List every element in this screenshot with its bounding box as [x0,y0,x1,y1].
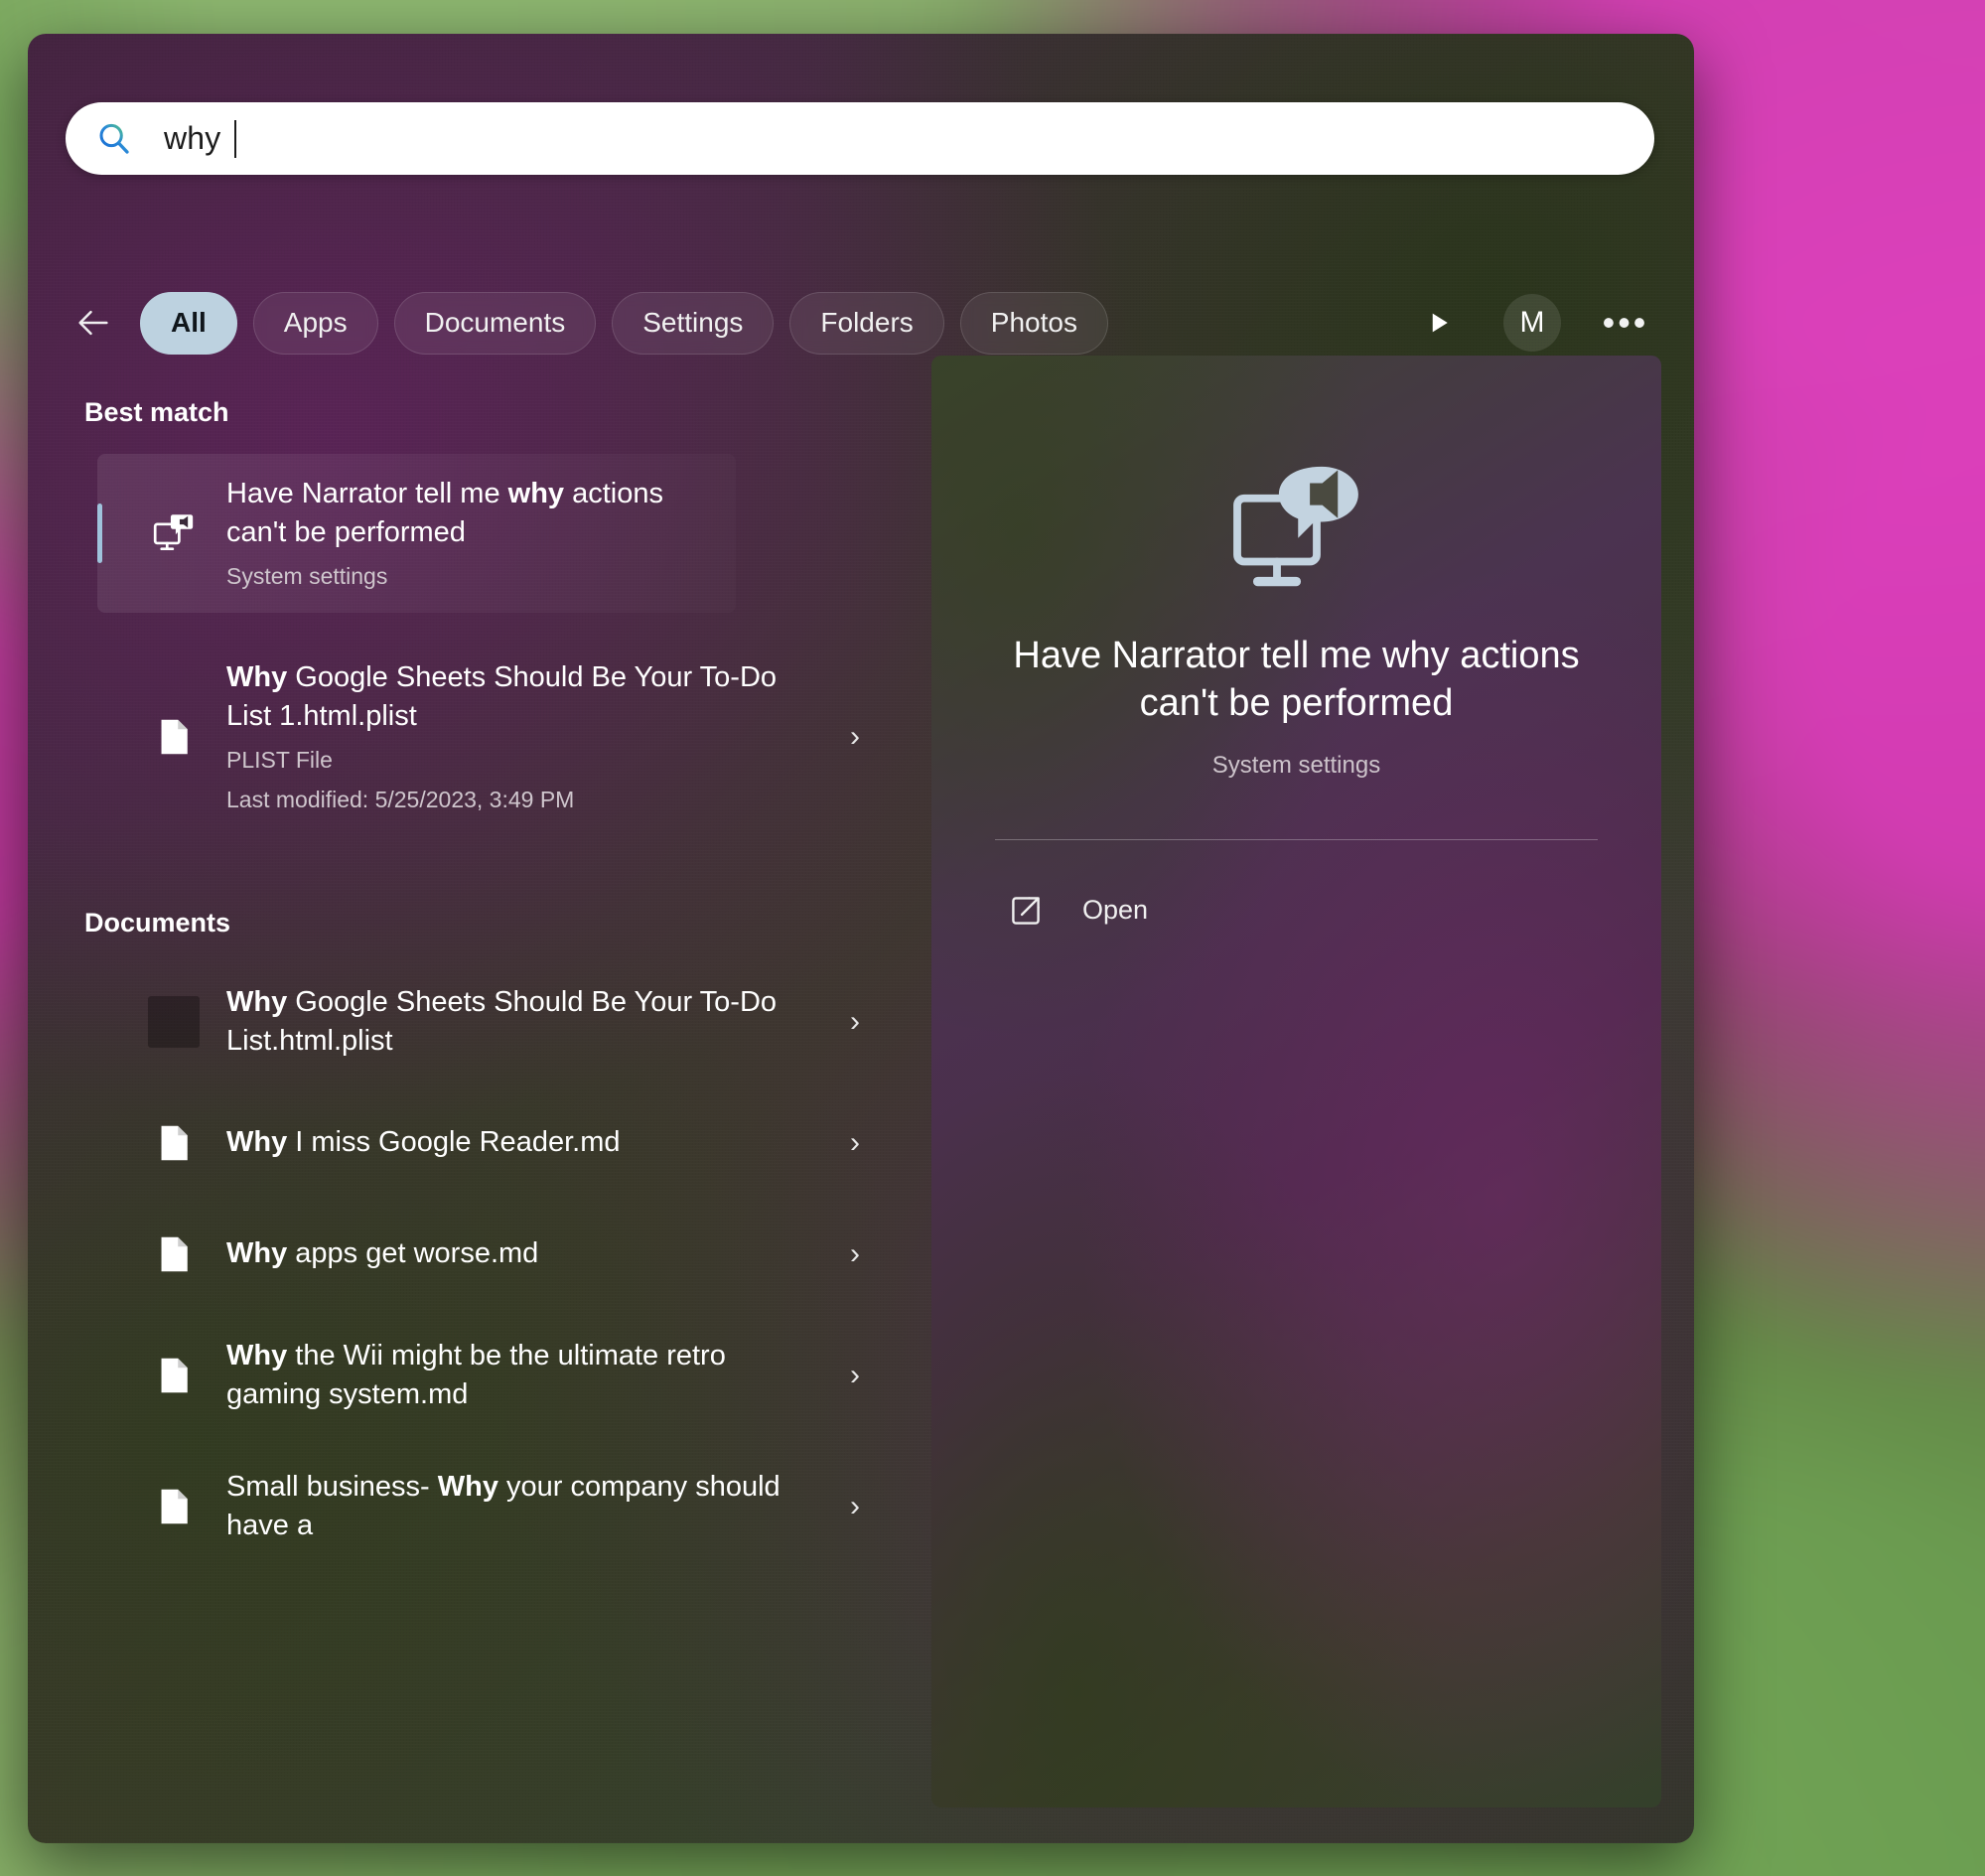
file-icon [148,1485,200,1528]
tab-photos-label: Photos [990,307,1077,338]
chevron-right-icon[interactable]: › [842,1359,868,1392]
list-item-title: Why I miss Google Reader.md [226,1126,620,1158]
list-item[interactable]: Why Google Sheets Should Be Your To-Do L… [84,964,894,1080]
ellipsis-glyph: ••• [1602,301,1649,343]
top-file-title: Why Google Sheets Should Be Your To-Do L… [226,661,777,732]
list-item-title-highlight: Why [226,1339,288,1371]
list-item-title: Why apps get worse.md [226,1237,538,1269]
open-external-icon [1007,892,1045,930]
list-item-title-highlight: Why [226,1126,288,1159]
file-icon [148,1354,200,1397]
best-match-title-highlight: why [507,477,565,509]
tab-all-label: All [171,307,207,338]
open-action-label: Open [1082,895,1149,925]
chevron-right-icon[interactable]: › [842,720,868,754]
list-item-title: Why the Wii might be the ultimate retro … [226,1340,726,1410]
list-item-body: Why Google Sheets Should Be Your To-Do L… [226,983,824,1061]
tab-all[interactable]: All [140,291,237,355]
tab-apps-label: Apps [283,307,348,338]
top-file-body: Why Google Sheets Should Be Your To-Do L… [226,658,824,816]
preview-content: Have Narrator tell me why actions can't … [931,356,1661,930]
list-item-title-rest: I miss Google Reader.md [287,1126,621,1159]
blank-file-icon [148,995,200,1048]
best-match-body: Have Narrator tell me why actions can't … [226,475,710,592]
tab-folders[interactable]: Folders [789,291,944,355]
list-item-body: Why I miss Google Reader.md [226,1123,824,1162]
list-item[interactable]: Small business- Why your company should … [84,1449,894,1564]
documents-heading: Documents [84,907,231,938]
best-match-title-pre: Have Narrator tell me [226,477,508,509]
best-match-heading: Best match [84,397,229,427]
list-item-title: Why Google Sheets Should Be Your To-Do L… [226,986,777,1057]
list-item-title-highlight: Why [437,1470,498,1503]
list-item[interactable]: Why apps get worse.md › [84,1207,894,1302]
file-icon [148,1232,200,1276]
chevron-right-icon[interactable]: › [842,1237,868,1271]
chevron-right-icon[interactable]: › [842,1005,868,1039]
windows-search-flyout: why All Apps Documents Settings Folders … [28,34,1694,1843]
narrator-monitor-speech-icon [1217,455,1376,604]
avatar-initial: M [1519,306,1545,339]
preview-subtitle: System settings [1211,751,1381,779]
search-box[interactable]: why [66,102,1654,175]
best-match-subtitle: System settings [226,563,388,590]
top-file-result[interactable]: Why Google Sheets Should Be Your To-Do L… [84,647,894,828]
tab-settings-label: Settings [642,307,744,338]
preview-panel: Have Narrator tell me why actions can't … [931,356,1661,1807]
avatar[interactable]: M [1503,294,1561,352]
search-input-wrapper[interactable]: why [164,102,236,175]
search-icon [95,120,133,158]
top-file-title-rest: Google Sheets Should Be Your To-Do List … [226,661,778,733]
list-item-title-pre: Small business- [226,1470,438,1503]
narrator-monitor-speech-icon [148,510,200,556]
preview-title: Have Narrator tell me why actions can't … [1013,635,1580,725]
tab-documents[interactable]: Documents [393,291,597,355]
list-item-title: Small business- Why your company should … [226,1471,780,1541]
file-icon [148,1121,200,1165]
open-action[interactable]: Open [983,892,1610,930]
top-file-modified: Last modified: 5/25/2023, 3:49 PM [226,787,575,813]
back-arrow-icon[interactable] [66,295,121,351]
text-caret [233,119,236,158]
selection-indicator [97,504,102,563]
chevron-right-icon[interactable]: › [842,1126,868,1160]
results-column: Best match Have Narrator tell me why act… [28,397,912,1843]
list-item-body: Why apps get worse.md [226,1234,824,1273]
best-match-result[interactable]: Have Narrator tell me why actions can't … [97,454,736,613]
tab-apps[interactable]: Apps [252,291,378,355]
best-match-title: Have Narrator tell me why actions can't … [226,478,663,548]
search-input[interactable]: why [164,120,221,157]
top-file-title-highlight: Why [226,661,288,693]
tab-documents-label: Documents [424,307,566,338]
ellipsis-icon[interactable]: ••• [1597,294,1654,352]
list-item-title-rest: Google Sheets Should Be Your To-Do List.… [226,985,778,1057]
top-file-type: PLIST File [226,747,333,774]
list-item[interactable]: Why I miss Google Reader.md › [84,1095,894,1191]
list-item-body: Small business- Why your company should … [226,1468,824,1545]
list-item-title-rest: apps get worse.md [287,1237,539,1270]
chevron-right-icon[interactable]: › [842,1490,868,1523]
tab-photos[interactable]: Photos [959,291,1108,355]
list-item-title-rest: the Wii might be the ultimate retro gami… [226,1339,726,1410]
list-item-title-highlight: Why [226,985,288,1018]
filter-tabs-row: All Apps Documents Settings Folders Phot… [66,290,1654,356]
tab-settings[interactable]: Settings [612,291,775,355]
list-item[interactable]: Why the Wii might be the ultimate retro … [84,1318,894,1433]
tab-folders-label: Folders [820,307,914,338]
list-item-body: Why the Wii might be the ultimate retro … [226,1337,824,1414]
preview-divider [995,838,1598,840]
list-item-title-highlight: Why [226,1237,288,1270]
play-triangle-icon[interactable] [1410,294,1468,352]
file-icon [148,715,200,759]
